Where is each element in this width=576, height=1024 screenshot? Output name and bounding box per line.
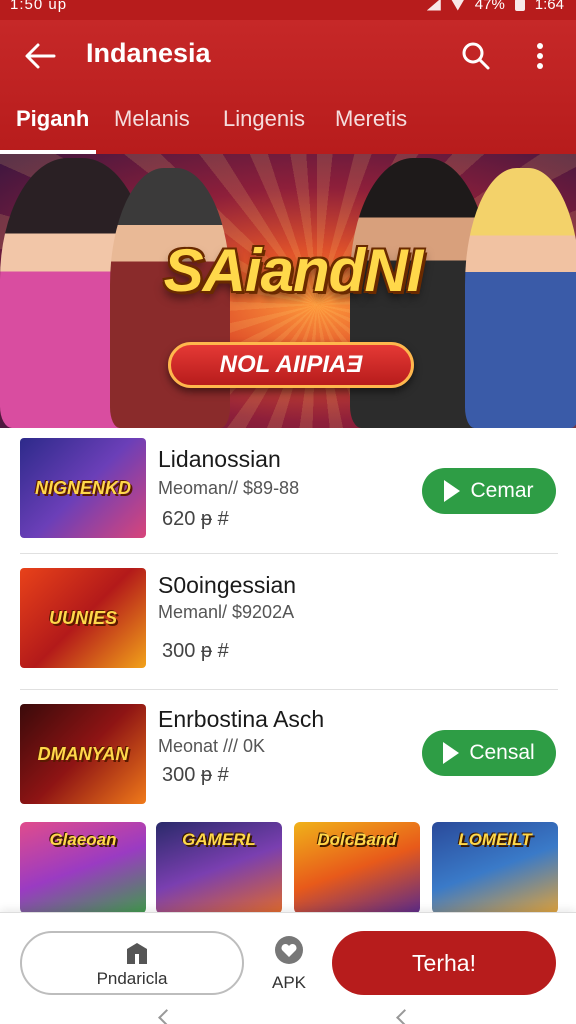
app-screen: 1:50 up 47% 1:64 Indanesia Piganh Melani…	[0, 0, 576, 1024]
play-icon	[443, 742, 460, 764]
back-button[interactable]	[20, 36, 60, 76]
more-options-button[interactable]	[522, 36, 558, 76]
grid-game-tile[interactable]: Glaeoan	[20, 822, 146, 914]
game-count: 620 ᵽ #	[162, 508, 229, 530]
nav-back-hint-icon	[158, 1009, 178, 1024]
more-vertical-icon	[537, 43, 543, 69]
list-item[interactable]: DMANYAN Enrbostina Asch Meonat /// 0K 30…	[20, 690, 558, 816]
apk-label: APK	[271, 973, 307, 992]
battery-percent: 47%	[474, 0, 505, 13]
game-thumbnail: UUNIES	[20, 568, 146, 668]
grid-tile-text: GAMERL	[182, 830, 256, 849]
promo-banner[interactable]: SAiandNI NOL AIIPIAƎ	[0, 154, 576, 428]
status-bar: 1:50 up 47% 1:64	[0, 0, 576, 20]
primary-button[interactable]: Terha!	[332, 931, 556, 995]
status-clock: 1:64	[534, 0, 564, 13]
tab-bar: Piganh Melanis Lingenis Meretis	[0, 102, 576, 154]
game-name: Lidanossian	[158, 446, 281, 472]
apk-button[interactable]: APK	[264, 933, 314, 997]
game-grid: Glaeoan GAMERL DolcBand LOMEILT	[20, 822, 558, 914]
get-button[interactable]: Censal	[422, 730, 556, 776]
page-title: Indanesia	[86, 38, 211, 68]
secondary-button[interactable]: Pndaricla	[20, 931, 244, 995]
list-item[interactable]: UUNIES S0oingessian Memanl/ $9202A 300 ᵽ…	[20, 554, 558, 690]
thumbnail-text: UUNIES	[48, 608, 117, 628]
banner-title: SAiandNI	[163, 237, 424, 304]
game-name: S0oingessian	[158, 572, 297, 598]
building-icon	[127, 943, 147, 964]
grid-tile-text: Glaeoan	[49, 830, 117, 849]
game-thumbnail: DMANYAN	[20, 704, 146, 804]
secondary-button-label: Pndaricla	[96, 969, 168, 988]
tab-melanis[interactable]: Melanis	[114, 106, 190, 150]
arrow-left-icon	[25, 43, 56, 69]
status-time: 1:50 up	[10, 0, 68, 13]
game-name: Enrbostina Asch	[158, 706, 325, 732]
battery-icon	[514, 0, 525, 11]
tab-lingenis[interactable]: Lingenis	[223, 106, 305, 150]
grid-tile-text: DolcBand	[317, 830, 397, 849]
banner-button[interactable]: NOL AIIPIAƎ	[168, 342, 414, 388]
grid-game-tile[interactable]: DolcBand	[294, 822, 420, 914]
get-button-label: Cemar	[470, 479, 534, 502]
shield-heart-icon	[275, 936, 303, 964]
thumbnail-text: DMANYAN	[37, 744, 129, 764]
get-button-label: Censal	[469, 741, 535, 764]
tab-meretis[interactable]: Meretis	[335, 106, 407, 150]
game-count: 300 ᵽ #	[162, 764, 229, 786]
search-icon	[462, 42, 490, 70]
nav-back-hint-icon	[396, 1009, 416, 1024]
thumbnail-text: NIGNENKD	[34, 478, 131, 498]
grid-tile-text: LOMEILT	[458, 830, 532, 849]
game-thumbnail: NIGNENKD	[20, 438, 146, 538]
search-button[interactable]	[456, 36, 496, 76]
game-meta: Memanl/ $9202A	[158, 602, 295, 622]
get-button[interactable]: Cemar	[422, 468, 556, 514]
signal-icon	[426, 0, 441, 11]
grid-game-tile[interactable]: GAMERL	[156, 822, 282, 914]
list-item[interactable]: NIGNENKD Lidanossian Meoman// $89-88 620…	[20, 438, 558, 554]
game-meta: Meoman// $89-88	[158, 478, 300, 498]
tab-piganh[interactable]: Piganh	[16, 106, 89, 150]
game-meta: Meonat /// 0K	[158, 736, 266, 756]
status-icons: 47% 1:64	[426, 0, 564, 13]
bottom-action-bar: Pndaricla APK Terha!	[0, 912, 576, 1024]
app-bar: Indanesia Piganh Melanis Lingenis Mereti…	[0, 20, 576, 154]
game-count: 300 ᵽ #	[162, 640, 229, 662]
play-icon	[444, 480, 461, 502]
grid-game-tile[interactable]: LOMEILT	[432, 822, 558, 914]
wifi-icon	[450, 0, 465, 11]
banner-character-4	[465, 168, 576, 428]
